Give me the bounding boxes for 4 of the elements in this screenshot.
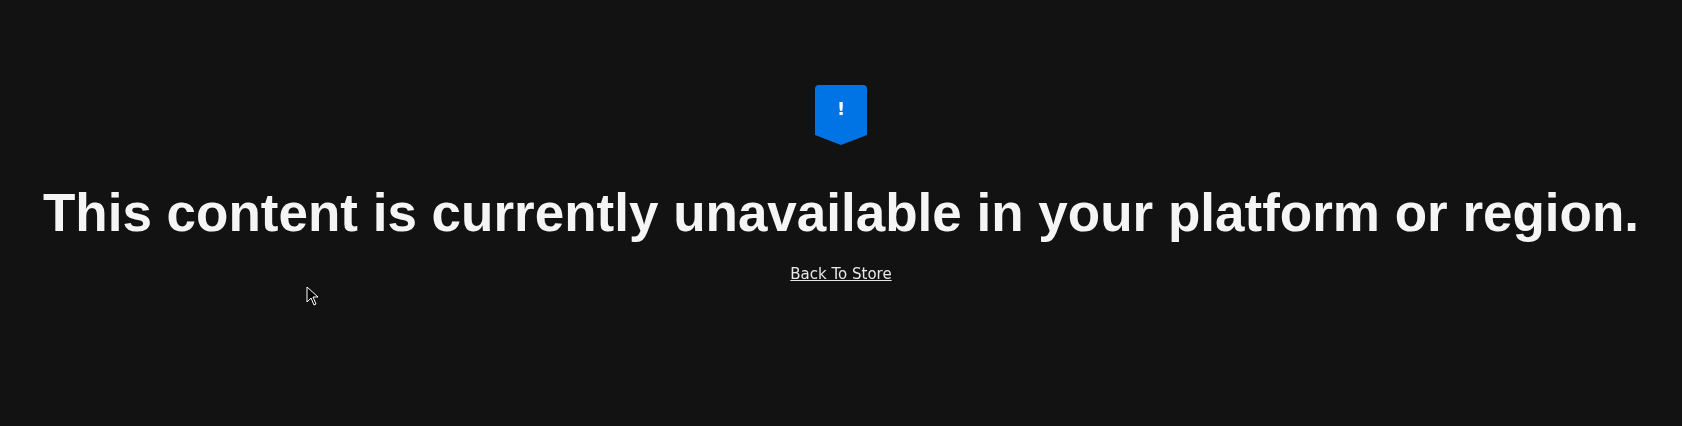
back-to-store-link[interactable]: Back To Store [790, 265, 892, 283]
exclamation-mark: ! [835, 99, 847, 119]
cursor-icon [306, 286, 319, 306]
heading: This content is currently unavailable in your platform or region. [42, 182, 1640, 244]
